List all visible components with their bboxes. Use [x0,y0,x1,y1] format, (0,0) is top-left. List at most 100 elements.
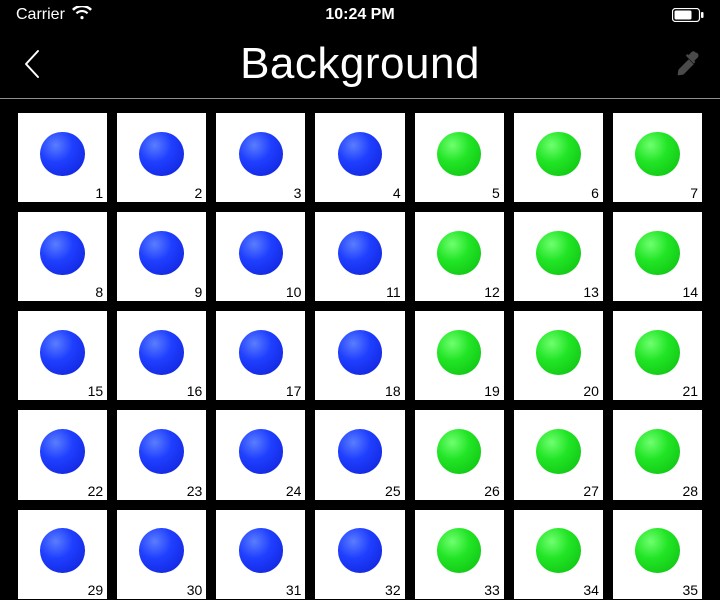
swatch-circle-icon [40,330,85,375]
color-swatch[interactable]: 14 [613,212,702,301]
chevron-left-icon [23,49,41,79]
swatch-circle-icon [338,231,383,276]
swatch-circle-icon [437,132,482,177]
color-swatch[interactable]: 32 [315,510,404,599]
color-swatch[interactable]: 35 [613,510,702,599]
color-swatch[interactable]: 7 [613,113,702,202]
color-swatch[interactable]: 2 [117,113,206,202]
swatch-number: 26 [484,483,500,499]
back-button[interactable] [18,50,46,78]
swatch-number: 31 [286,582,302,598]
color-swatch[interactable]: 3 [216,113,305,202]
color-swatch[interactable]: 15 [18,311,107,400]
swatch-circle-icon [536,330,581,375]
swatch-number: 1 [95,185,103,201]
swatch-number: 34 [583,582,599,598]
swatch-circle-icon [536,528,581,573]
swatch-circle-icon [536,429,581,474]
color-swatch[interactable]: 26 [415,410,504,499]
color-swatch[interactable]: 31 [216,510,305,599]
color-swatch[interactable]: 30 [117,510,206,599]
swatch-circle-icon [139,330,184,375]
color-swatch[interactable]: 19 [415,311,504,400]
swatch-number: 12 [484,284,500,300]
color-swatch[interactable]: 29 [18,510,107,599]
color-swatch[interactable]: 4 [315,113,404,202]
nav-bar: Background [0,30,720,98]
swatch-number: 19 [484,383,500,399]
color-swatch[interactable]: 16 [117,311,206,400]
swatch-circle-icon [239,330,284,375]
color-swatch[interactable]: 11 [315,212,404,301]
status-left: Carrier [16,6,92,25]
swatch-number: 4 [393,185,401,201]
swatch-number: 22 [88,483,104,499]
color-swatch[interactable]: 5 [415,113,504,202]
swatch-circle-icon [635,429,680,474]
swatch-circle-icon [437,429,482,474]
swatch-number: 11 [386,284,401,300]
swatch-circle-icon [239,231,284,276]
color-swatch[interactable]: 17 [216,311,305,400]
eyedropper-icon [674,51,700,77]
color-swatch[interactable]: 10 [216,212,305,301]
color-swatch[interactable]: 8 [18,212,107,301]
swatch-number: 9 [195,284,203,300]
swatch-number: 29 [88,582,104,598]
swatch-number: 30 [187,582,203,598]
color-swatch[interactable]: 25 [315,410,404,499]
color-swatch[interactable]: 1 [18,113,107,202]
swatch-circle-icon [338,330,383,375]
swatch-number: 27 [583,483,599,499]
swatch-number: 35 [683,582,699,598]
swatch-circle-icon [635,231,680,276]
swatch-circle-icon [139,528,184,573]
color-swatch[interactable]: 24 [216,410,305,499]
swatch-circle-icon [635,132,680,177]
swatch-circle-icon [139,429,184,474]
swatch-circle-icon [139,132,184,177]
swatch-circle-icon [40,231,85,276]
color-swatch[interactable]: 13 [514,212,603,301]
swatch-circle-icon [437,231,482,276]
swatch-number: 33 [484,582,500,598]
swatch-number: 8 [95,284,103,300]
page-title: Background [240,39,480,89]
color-swatch[interactable]: 9 [117,212,206,301]
swatch-circle-icon [338,528,383,573]
swatch-number: 17 [286,383,302,399]
swatch-number: 5 [492,185,500,201]
swatch-number: 3 [294,185,302,201]
swatch-number: 14 [683,284,699,300]
swatch-circle-icon [437,528,482,573]
swatch-number: 20 [583,383,599,399]
swatch-circle-icon [239,429,284,474]
color-swatch[interactable]: 27 [514,410,603,499]
swatch-number: 15 [88,383,104,399]
color-swatch[interactable]: 21 [613,311,702,400]
swatch-number: 13 [583,284,599,300]
swatch-number: 2 [195,185,203,201]
color-swatch[interactable]: 12 [415,212,504,301]
color-swatch[interactable]: 33 [415,510,504,599]
swatch-grid-wrap: 1234567891011121314151617181920212223242… [0,99,720,600]
swatch-circle-icon [40,132,85,177]
eyedropper-button[interactable] [672,49,702,79]
swatch-number: 18 [385,383,401,399]
color-swatch[interactable]: 34 [514,510,603,599]
swatch-circle-icon [536,231,581,276]
color-swatch[interactable]: 6 [514,113,603,202]
swatch-circle-icon [635,330,680,375]
swatch-number: 7 [690,185,698,201]
carrier-label: Carrier [16,6,65,24]
swatch-number: 24 [286,483,302,499]
color-swatch[interactable]: 28 [613,410,702,499]
color-swatch[interactable]: 20 [514,311,603,400]
color-swatch[interactable]: 23 [117,410,206,499]
color-swatch[interactable]: 18 [315,311,404,400]
swatch-circle-icon [338,429,383,474]
swatch-number: 25 [385,483,401,499]
swatch-circle-icon [239,132,284,177]
battery-icon [672,8,704,22]
color-swatch[interactable]: 22 [18,410,107,499]
